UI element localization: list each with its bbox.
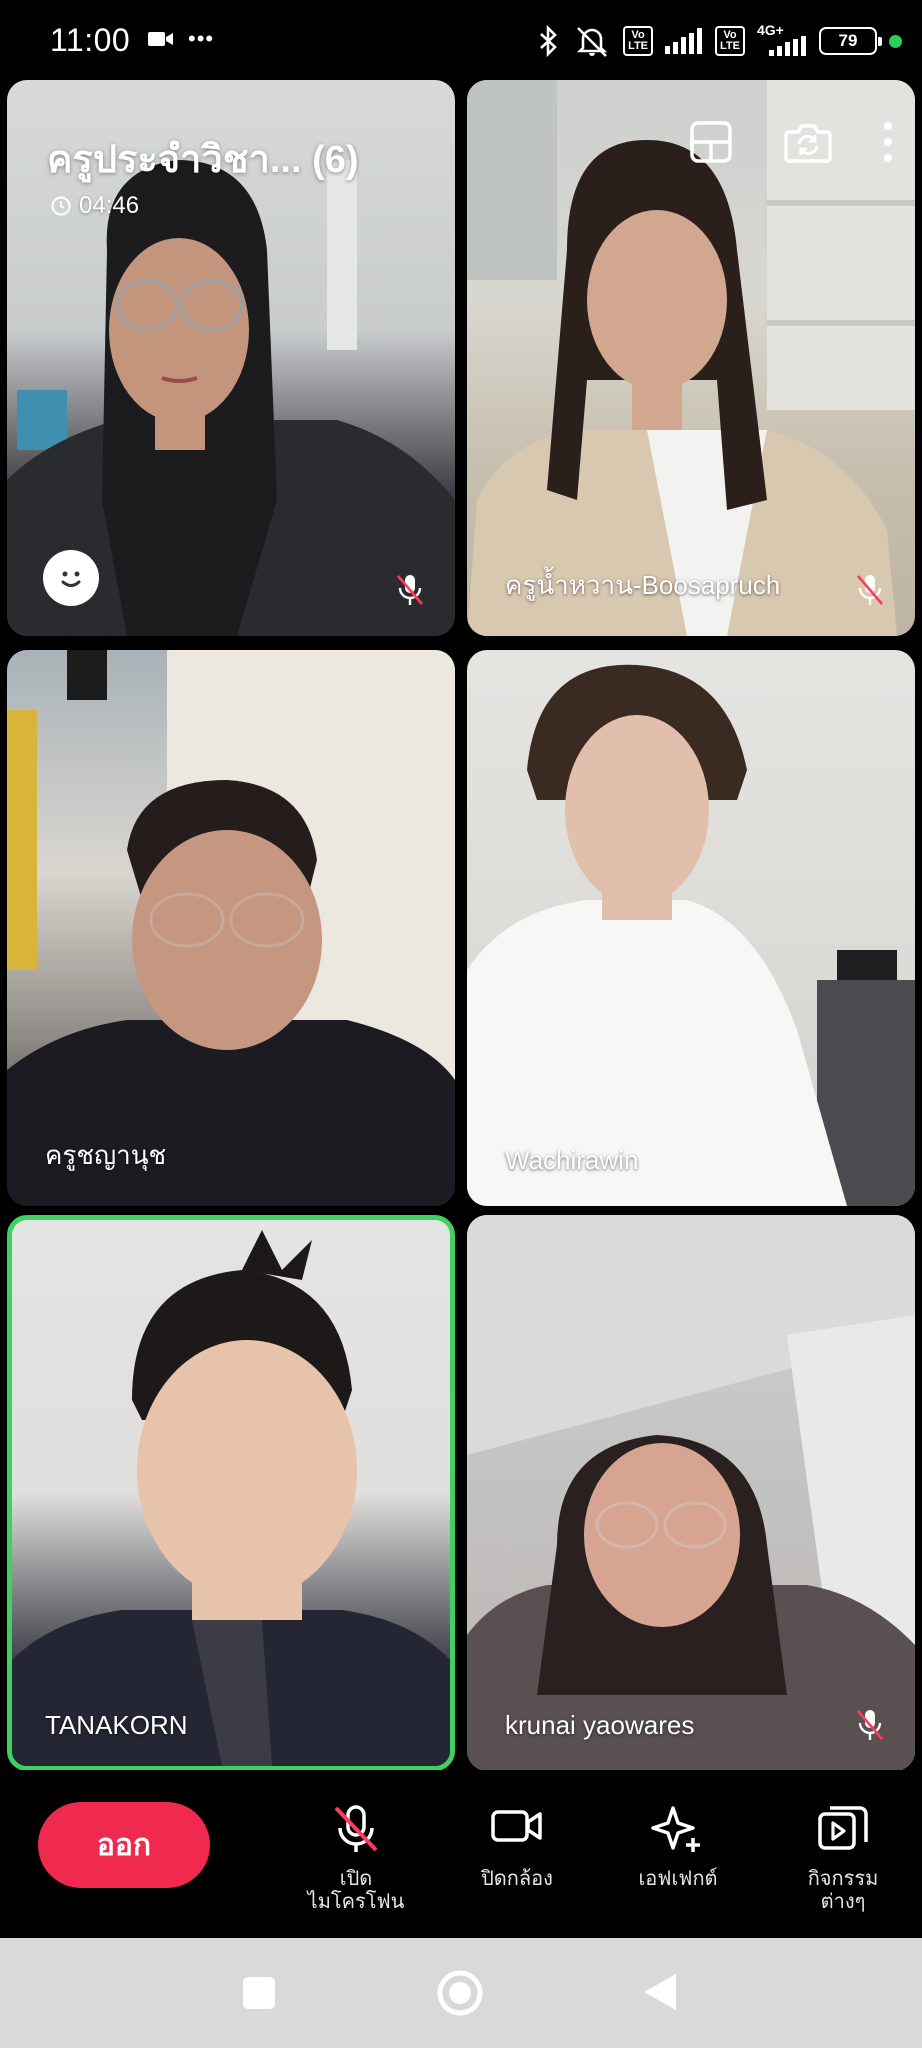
leave-button[interactable]: ออก: [38, 1802, 210, 1888]
meeting-title[interactable]: ครูประจำวิชา... (6): [47, 128, 359, 189]
battery-level: 79: [838, 31, 858, 50]
system-nav-bar: [0, 1938, 922, 2048]
participant-tile[interactable]: Wachirawin: [467, 650, 915, 1206]
signal-icon-2: [769, 36, 806, 56]
camera-toggle[interactable]: ปิดกล้อง: [452, 1804, 582, 1891]
participant-name: Wachirawin: [505, 1145, 639, 1175]
participant-tile[interactable]: krunai yaowares: [467, 1215, 915, 1771]
status-left-icons: •••: [148, 26, 214, 52]
sparkle-icon: [651, 1806, 700, 1852]
do-not-disturb-icon: [576, 27, 608, 57]
recent-apps-icon[interactable]: [242, 1976, 276, 2010]
camera-in-use-dot: [889, 34, 902, 48]
mic-muted-icon: [397, 575, 423, 605]
mic-off-icon: [334, 1805, 378, 1852]
status-time: 11:00: [50, 22, 131, 58]
participant-name: krunai yaowares: [505, 1710, 695, 1740]
status-bar: 11:00 ••• Vo LTE Vo LTE 4G+ 79: [0, 0, 922, 80]
timer-text: 04:46: [79, 192, 140, 219]
home-icon[interactable]: [436, 1969, 484, 2017]
smiley-icon: [53, 560, 89, 596]
bluetooth-icon: [540, 25, 557, 57]
signal-4g: 4G+: [757, 22, 807, 56]
participant-name: ครูชญานุช: [45, 1140, 167, 1170]
more-notifications-icon: •••: [188, 26, 215, 51]
battery-icon: 79: [819, 27, 882, 55]
participant-name: ครูน้ำหวาน-Boosapruch: [505, 570, 781, 600]
more-options-icon[interactable]: [883, 120, 893, 164]
participant-tile[interactable]: ครูน้ำหวาน-Boosapruch: [467, 80, 915, 636]
participant-video: [7, 650, 455, 1206]
mic-muted-icon: [857, 1710, 883, 1740]
meeting-timer: 04:46: [51, 192, 139, 220]
participant-video: [12, 1230, 450, 1766]
camera-label: ปิดกล้อง: [481, 1868, 553, 1890]
tile-actions: [689, 120, 893, 164]
participant-video: [467, 1215, 915, 1771]
microphone-label: เปิด ไมโครโฟน: [307, 1868, 405, 1913]
status-right-icons: Vo LTE Vo LTE 4G+ 79: [537, 22, 902, 58]
participant-tile-active-speaker[interactable]: TANAKORN: [7, 1215, 455, 1771]
reaction-button[interactable]: [43, 550, 99, 606]
microphone-toggle[interactable]: เปิด ไมโครโฟน: [291, 1804, 421, 1914]
video-camera-icon: [491, 1810, 542, 1842]
activities-icon: [818, 1806, 868, 1850]
participant-name: TANAKORN: [45, 1710, 188, 1740]
effects-label: เอฟเฟกต์: [638, 1868, 718, 1890]
participant-video: [467, 664, 915, 1206]
clock-icon: [51, 196, 71, 216]
activities-button[interactable]: กิจกรรม ต่างๆ: [778, 1804, 908, 1914]
volte-badge-2: Vo LTE: [715, 26, 745, 56]
layout-icon[interactable]: [689, 120, 733, 164]
volte-badge-1: Vo LTE: [623, 26, 654, 56]
activities-label: กิจกรรม ต่างๆ: [807, 1868, 879, 1913]
back-icon[interactable]: [642, 1972, 678, 2012]
switch-camera-icon[interactable]: [783, 120, 833, 164]
mic-muted-icon: [857, 575, 883, 605]
participant-tile-self[interactable]: ครูประจำวิชา... (6) 04:46: [7, 80, 455, 636]
signal-icon-1: [665, 28, 703, 54]
video-recording-icon: [148, 32, 173, 46]
participant-tile[interactable]: ครูชญานุช: [7, 650, 455, 1206]
effects-button[interactable]: เอฟเฟกต์: [613, 1804, 743, 1891]
call-control-bar: ออก เปิด ไมโครโฟน ปิดกล้อง เอฟเฟกต์ กิจก…: [0, 1770, 922, 1938]
